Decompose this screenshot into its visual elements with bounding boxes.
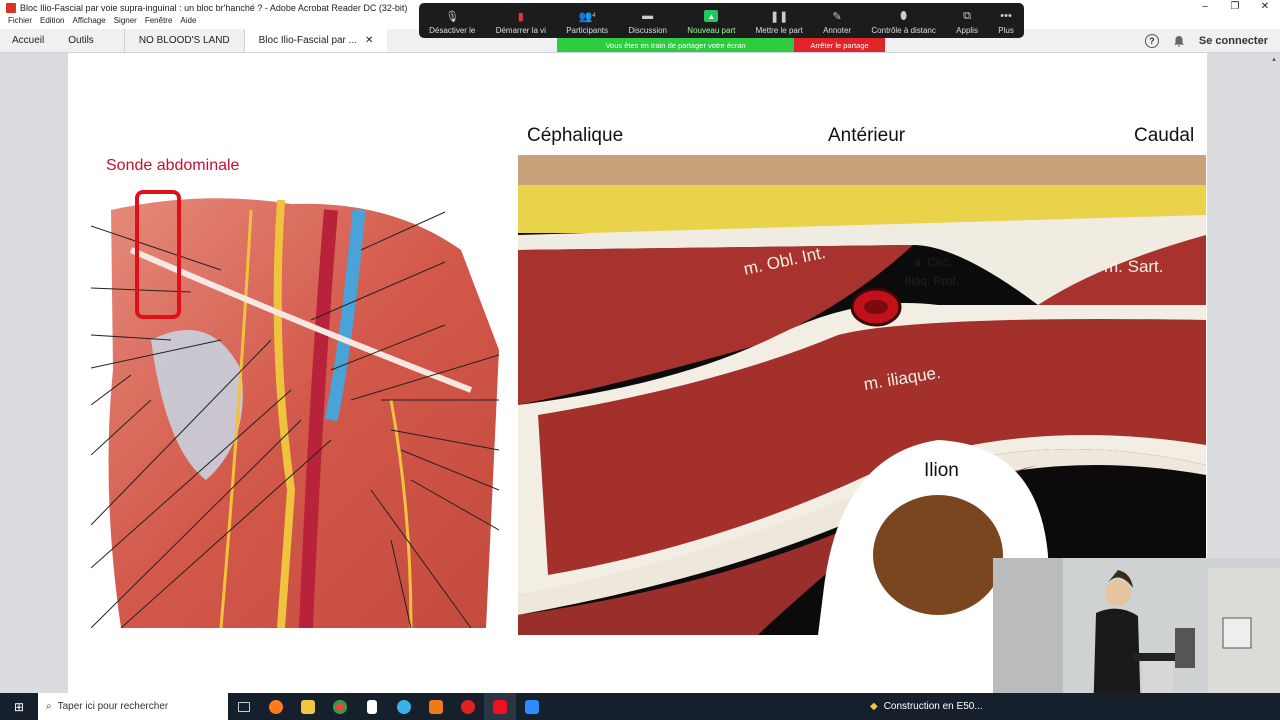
notification-text: Construction en E50... <box>883 701 983 712</box>
window-controls: – ❐ ✕ <box>1190 0 1280 14</box>
us-label-sartorius: m. Sart. <box>1104 257 1164 276</box>
menu-help[interactable]: Aide <box>180 16 196 29</box>
close-tab-icon[interactable]: ✕ <box>365 35 373 46</box>
anatomy-illustration <box>91 190 499 628</box>
tab-home[interactable]: Accueil <box>0 29 56 52</box>
toolbar-annotate-label: Annoter <box>823 26 852 35</box>
pen-icon: ✎ <box>832 10 842 23</box>
tab-tools[interactable]: Outils <box>56 29 106 52</box>
toolbar-participants-label: Participants <box>566 26 609 35</box>
file-explorer-icon[interactable] <box>292 693 324 720</box>
app-color-icon[interactable] <box>388 693 420 720</box>
window-title: Bloc Ilio-Fascial par voie supra-inguina… <box>20 3 408 13</box>
acrobat-taskbar-icon[interactable] <box>484 693 516 720</box>
chrome-icon[interactable] <box>324 693 356 720</box>
toolbar-more-label: Plus <box>998 26 1014 35</box>
windows-taskbar: ⊞ ⌕ Taper ici pour rechercher ◆ Construc… <box>0 693 1280 720</box>
taskbar-search-placeholder: Taper ici pour rechercher <box>57 701 169 712</box>
stop-share-button[interactable]: Arrêter le partage <box>794 38 885 52</box>
notification-item[interactable]: ◆ Construction en E50... <box>870 693 983 720</box>
participants-count: 4 <box>592 13 596 19</box>
us-label-circ: a. Circ. <box>914 255 953 269</box>
menu-bar: Fichier Edition Affichage Signer Fenêtre… <box>0 16 196 29</box>
close-window-button[interactable]: ✕ <box>1250 0 1280 14</box>
sign-in-link[interactable]: Se connecter <box>1199 35 1268 47</box>
sharing-status: Vous êtes en train de partager votre écr… <box>557 38 794 52</box>
toolbar-apps-label: Applis <box>956 26 978 35</box>
toolbar-more[interactable]: ••• Plus <box>998 10 1014 35</box>
zoom-taskbar-icon[interactable] <box>516 693 548 720</box>
menu-view[interactable]: Affichage <box>72 16 105 29</box>
mic-icon: 🎙︎ <box>445 10 460 23</box>
windows-start-button[interactable]: ⊞ <box>0 700 38 714</box>
pause-icon: ❚❚ <box>769 10 789 23</box>
toolbar-new-share[interactable]: ▲ Nouveau part <box>687 10 735 35</box>
scroll-up-arrow[interactable]: ▲ <box>1271 57 1277 63</box>
tab-doc-noblood-label: NO BLOOD'S LAND <box>138 35 230 46</box>
toolbar-participants[interactable]: 👥 4 Participants <box>566 10 609 36</box>
bell-icon[interactable] <box>1173 35 1185 48</box>
tab-doc-bloc[interactable]: Bloc Ilio-Fascial par ... ✕ <box>243 29 388 52</box>
us-label-ilion: Ilion <box>924 460 959 481</box>
chat-icon: ▬ <box>642 10 654 22</box>
tab-tools-label: Outils <box>68 35 94 46</box>
toolbar-annotate[interactable]: ✎ Annoter <box>823 10 852 36</box>
task-view-icon[interactable] <box>228 693 260 720</box>
toolbar-pause-share[interactable]: ❚❚ Mettre le part <box>755 10 803 36</box>
firefox-icon[interactable] <box>260 693 292 720</box>
label-anterieur: Antérieur <box>828 125 906 146</box>
mouse-icon: ⬮ <box>900 9 908 22</box>
taskbar-search[interactable]: ⌕ Taper ici pour rechercher <box>38 693 228 720</box>
toolbar-remote-label: Contrôle à distanc <box>871 26 936 35</box>
file-icon[interactable] <box>356 693 388 720</box>
toolbar-apps[interactable]: ⧉ Applis <box>956 9 978 36</box>
tab-bar-right: ? Se connecter <box>1144 29 1268 53</box>
help-icon[interactable]: ? <box>1144 34 1159 48</box>
share-up-icon: ▲ <box>704 10 719 22</box>
video-off-icon: ▮ <box>517 10 524 23</box>
more-icon: ••• <box>1000 10 1012 22</box>
toolbar-mute-label: Désactiver le <box>429 26 476 35</box>
acrobat-icon <box>6 3 16 13</box>
toolbar-chat-label: Discussion <box>628 26 667 35</box>
toolbar-chat[interactable]: ▬ Discussion <box>628 10 667 35</box>
app-red-icon[interactable] <box>452 693 484 720</box>
menu-window[interactable]: Fenêtre <box>145 16 173 29</box>
app-window: Bloc Ilio-Fascial par voie supra-inguina… <box>0 0 1280 720</box>
probe-label: Sonde abdominale <box>106 157 240 174</box>
label-cephalique: Céphalique <box>527 125 624 146</box>
menu-edit[interactable]: Edition <box>40 16 64 29</box>
toolbar-remote-control[interactable]: ⬮ Contrôle à distanc <box>871 9 936 36</box>
zoom-share-toolbar: 🎙︎ Désactiver le ▮ Démarrer la vi 👥 4 Partic… <box>419 3 1024 38</box>
apps-icon: ⧉ <box>963 9 971 22</box>
us-label-iliaq: Iliaq. Prof. <box>905 274 960 288</box>
tab-doc-bloc-label: Bloc Ilio-Fascial par ... <box>258 35 358 46</box>
label-caudal: Caudal <box>1134 125 1195 146</box>
menu-file[interactable]: Fichier <box>8 16 32 29</box>
minimize-button[interactable]: – <box>1190 0 1220 14</box>
warning-icon: ◆ <box>870 701 878 712</box>
document-margin-left <box>0 53 68 693</box>
toolbar-pause-label: Mettre le part <box>755 26 803 35</box>
toolbar-video-label: Démarrer la vi <box>495 26 546 35</box>
menu-sign[interactable]: Signer <box>114 16 137 29</box>
toolbar-new-share-label: Nouveau part <box>687 26 736 35</box>
toolbar-video[interactable]: ▮ Démarrer la vi <box>495 10 546 36</box>
tab-doc-noblood[interactable]: NO BLOOD'S LAND <box>123 29 244 52</box>
tab-home-label: Accueil <box>12 35 45 46</box>
search-icon: ⌕ <box>46 701 52 712</box>
ccleaner-icon[interactable] <box>420 693 452 720</box>
sharing-status-text: Vous êtes en train de partager votre écr… <box>605 40 746 50</box>
stop-share-label: Arrêter le partage <box>810 40 869 50</box>
sharing-status-bar: Vous êtes en train de partager votre écr… <box>557 38 885 52</box>
toolbar-mute[interactable]: 🎙︎ Désactiver le <box>429 10 476 36</box>
participants-icon: 👥 4 <box>578 10 596 23</box>
maximize-button[interactable]: ❐ <box>1220 0 1250 14</box>
